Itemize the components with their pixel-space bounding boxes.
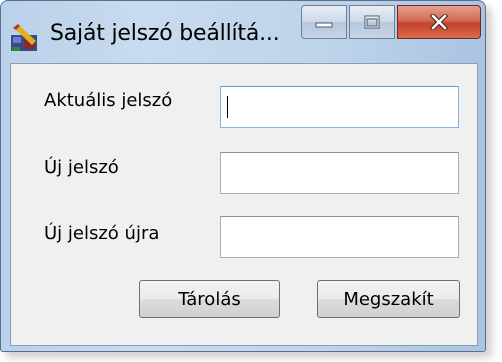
new-password-again-label: Új jelszó újra [44, 223, 160, 244]
current-password-label: Aktuális jelszó [44, 90, 173, 111]
new-password-label: Új jelszó [44, 157, 119, 178]
new-password-again-field[interactable] [220, 216, 459, 258]
minimize-button[interactable] [301, 5, 347, 39]
minimize-icon [315, 22, 333, 28]
text-caret [227, 96, 228, 118]
caption-buttons [301, 5, 481, 39]
maximize-button[interactable] [349, 5, 395, 39]
close-button[interactable] [397, 5, 481, 39]
current-password-field[interactable] [220, 86, 459, 128]
new-password-field[interactable] [220, 152, 459, 194]
title-bar[interactable]: Saját jelszó beállítá... [1, 1, 485, 63]
close-icon [429, 14, 449, 30]
dialog-content: Aktuális jelszó Új jelszó Új jelszó újra… [10, 63, 478, 346]
app-icon [11, 24, 37, 51]
save-button[interactable]: Tárolás [139, 280, 280, 318]
maximize-icon [364, 15, 380, 29]
window-title: Saját jelszó beállítá... [50, 21, 280, 46]
cancel-button[interactable]: Megszakít [317, 280, 460, 318]
dialog-window: Saját jelszó beállítá... Aktuális jelszó… [0, 0, 486, 352]
